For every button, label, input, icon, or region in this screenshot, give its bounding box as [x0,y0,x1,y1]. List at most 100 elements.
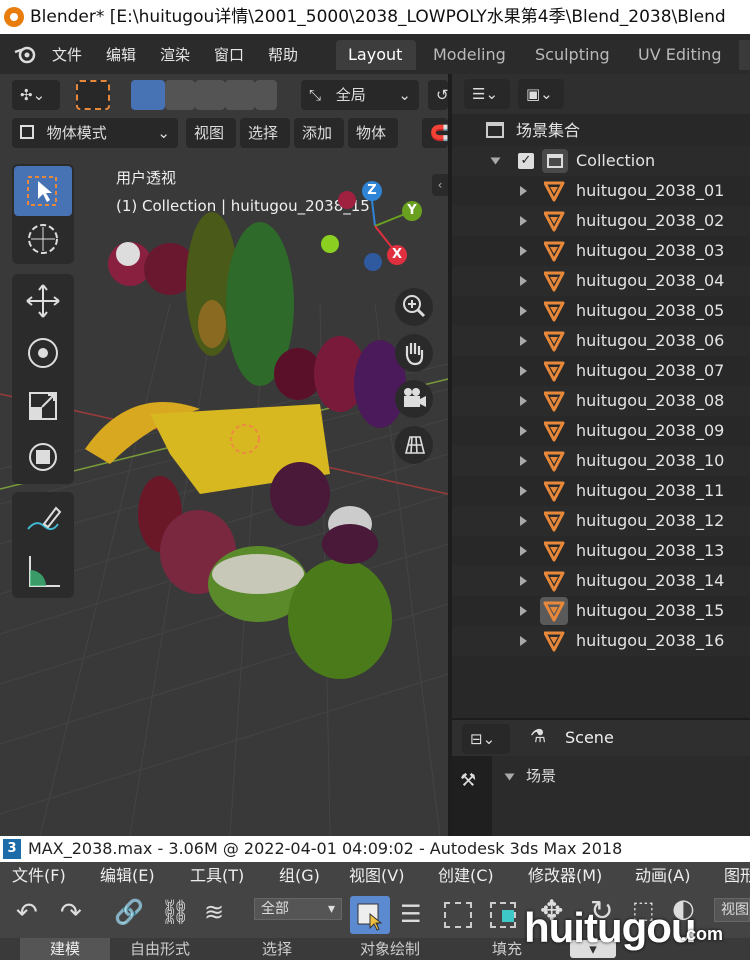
measure-tool-icon[interactable] [14,546,72,596]
mode-dropdown[interactable]: 物体模式 ⌄ [12,118,178,148]
3d-viewport[interactable]: ✣⌄ ⤡ 全局 ⌄ ↺ 物体模式 ⌄ 视图 选择 添加 物体 🧲 用户透视 (1… [0,74,448,836]
blender-menu-logo-icon[interactable] [14,44,36,64]
expand-arrow-icon[interactable] [520,366,527,376]
max-menu-file[interactable]: 文件(F) [12,862,66,890]
max-menu-modifiers[interactable]: 修改器(M) [528,862,602,890]
outliner-object-row[interactable]: huitugou_2038_07 [452,356,750,386]
menu-view[interactable]: 视图 [186,118,236,148]
outliner-object-row[interactable]: huitugou_2038_13 [452,536,750,566]
max-menu-animation[interactable]: 动画(A) [635,862,690,890]
tab-layout[interactable]: Layout [336,40,416,70]
transform-tool-icon[interactable] [14,432,72,482]
sidebar-toggle-icon[interactable]: ‹ [432,174,448,196]
menu-file[interactable]: 文件 [52,44,82,65]
ribbon-tab-populate[interactable]: 填充 [492,938,522,960]
expand-arrow-icon[interactable] [520,636,527,646]
grid-projection-icon[interactable] [395,426,433,464]
expand-arrow-icon[interactable] [520,576,527,586]
properties-editor[interactable]: ⊟⌄ ⚗ Scene ⚒ 场景 [452,720,750,836]
menu-render[interactable]: 渲染 [160,44,190,65]
unlink-icon[interactable]: ⛓ [160,898,190,926]
expand-arrow-icon[interactable] [520,456,527,466]
ribbon-tab-freeform[interactable]: 自由形式 [130,938,190,960]
max-menu-graph[interactable]: 图形 [724,862,750,890]
pan-hand-icon[interactable] [395,334,433,372]
outliner[interactable]: ☰⌄ ▣⌄ 场景集合 ✓ Collection huitugou_2038_01… [452,74,750,718]
menu-object[interactable]: 物体 [348,118,398,148]
bind-space-warp-icon[interactable]: ≋ [204,898,224,926]
window-crossing-icon[interactable] [490,902,516,928]
expand-arrow-icon[interactable] [520,606,527,616]
zoom-icon[interactable] [395,288,433,326]
outliner-object-row[interactable]: huitugou_2038_03 [452,236,750,266]
section-expand-icon[interactable] [504,773,515,781]
expand-arrow-icon[interactable] [520,216,527,226]
rotate-tool-icon[interactable] [14,328,72,378]
editor-type-dropdown[interactable]: ⊟⌄ [462,724,510,754]
selection-filter-dropdown[interactable]: 全部 ▾ [254,898,342,920]
redo-icon[interactable]: ↷ [60,898,82,928]
scale-tool-icon[interactable] [14,380,72,430]
select-tool-icon[interactable] [76,80,110,110]
ribbon-tab-selection[interactable]: 选择 [262,938,292,960]
display-mode-dropdown[interactable]: ☰⌄ [464,79,510,109]
select-object-icon[interactable] [350,896,390,934]
expand-arrow-icon[interactable] [520,276,527,286]
outliner-object-row[interactable]: huitugou_2038_11 [452,476,750,506]
menu-window[interactable]: 窗口 [214,44,244,65]
outliner-object-row[interactable]: huitugou_2038_04 [452,266,750,296]
max-menu-create[interactable]: 创建(C) [438,862,494,890]
snap-icon[interactable]: 🧲 [422,118,448,148]
expand-arrow-icon[interactable] [520,516,527,526]
select-mode-invert-icon[interactable] [225,80,255,110]
max-menu-edit[interactable]: 编辑(E) [100,862,155,890]
tool-settings-icon[interactable]: ⚒ [460,770,476,791]
expand-arrow-icon[interactable] [490,157,501,165]
select-mode-subtract-icon[interactable] [195,80,225,110]
undo-icon[interactable]: ↶ [16,898,38,928]
select-mode-new-icon[interactable] [131,80,165,110]
gizmo-y-axis[interactable]: Y [402,201,422,221]
menu-add[interactable]: 添加 [294,118,344,148]
pivot-point-icon[interactable]: ↺ [428,80,448,110]
select-mode-intersect-icon[interactable] [255,80,277,110]
menu-help[interactable]: 帮助 [268,44,298,65]
checkbox-icon[interactable]: ✓ [518,153,534,169]
outliner-object-row[interactable]: huitugou_2038_10 [452,446,750,476]
ribbon-tab-modeling[interactable]: 建模 [20,938,111,960]
link-icon[interactable]: 🔗 [114,898,144,926]
camera-icon[interactable] [395,380,433,418]
gizmo-x-axis[interactable]: X [387,245,407,265]
max-menu-group[interactable]: 组(G) [279,862,320,890]
max-menu-view[interactable]: 视图(V) [349,862,404,890]
collection-row[interactable]: ✓ Collection [452,146,750,176]
transform-orientation-dropdown[interactable]: ⤡ 全局 ⌄ [301,80,419,110]
outliner-object-row[interactable]: huitugou_2038_06 [452,326,750,356]
cursor-tool-icon[interactable] [14,214,72,264]
outliner-object-row[interactable]: huitugou_2038_14 [452,566,750,596]
rectangular-selection-icon[interactable] [444,902,472,928]
tab-sculpting[interactable]: Sculpting [523,40,623,70]
outliner-object-row[interactable]: huitugou_2038_02 [452,206,750,236]
ribbon-tab-object-paint[interactable]: 对象绘制 [360,938,420,960]
outliner-object-row[interactable]: huitugou_2038_12 [452,506,750,536]
select-mode-extend-icon[interactable] [165,80,195,110]
outliner-object-row[interactable]: huitugou_2038_05 [452,296,750,326]
tab-uv-editing[interactable]: UV Editing [626,40,736,70]
expand-arrow-icon[interactable] [520,246,527,256]
expand-arrow-icon[interactable] [520,336,527,346]
menu-select[interactable]: 选择 [240,118,290,148]
select-by-name-icon[interactable]: ☰ [400,900,422,928]
gizmo-z-axis[interactable]: Z [362,181,382,201]
reference-coordinate-dropdown[interactable]: 视图 [714,898,750,922]
expand-arrow-icon[interactable] [520,546,527,556]
outliner-object-row[interactable]: huitugou_2038_15 [452,596,750,626]
expand-arrow-icon[interactable] [520,306,527,316]
tab-modeling[interactable]: Modeling [421,40,521,70]
expand-arrow-icon[interactable] [520,186,527,196]
tab-overflow[interactable] [739,40,750,70]
select-box-tool-icon[interactable] [14,166,72,216]
expand-arrow-icon[interactable] [520,396,527,406]
object-type-visibility-button[interactable]: ✣⌄ [12,80,60,110]
outliner-object-row[interactable]: huitugou_2038_08 [452,386,750,416]
